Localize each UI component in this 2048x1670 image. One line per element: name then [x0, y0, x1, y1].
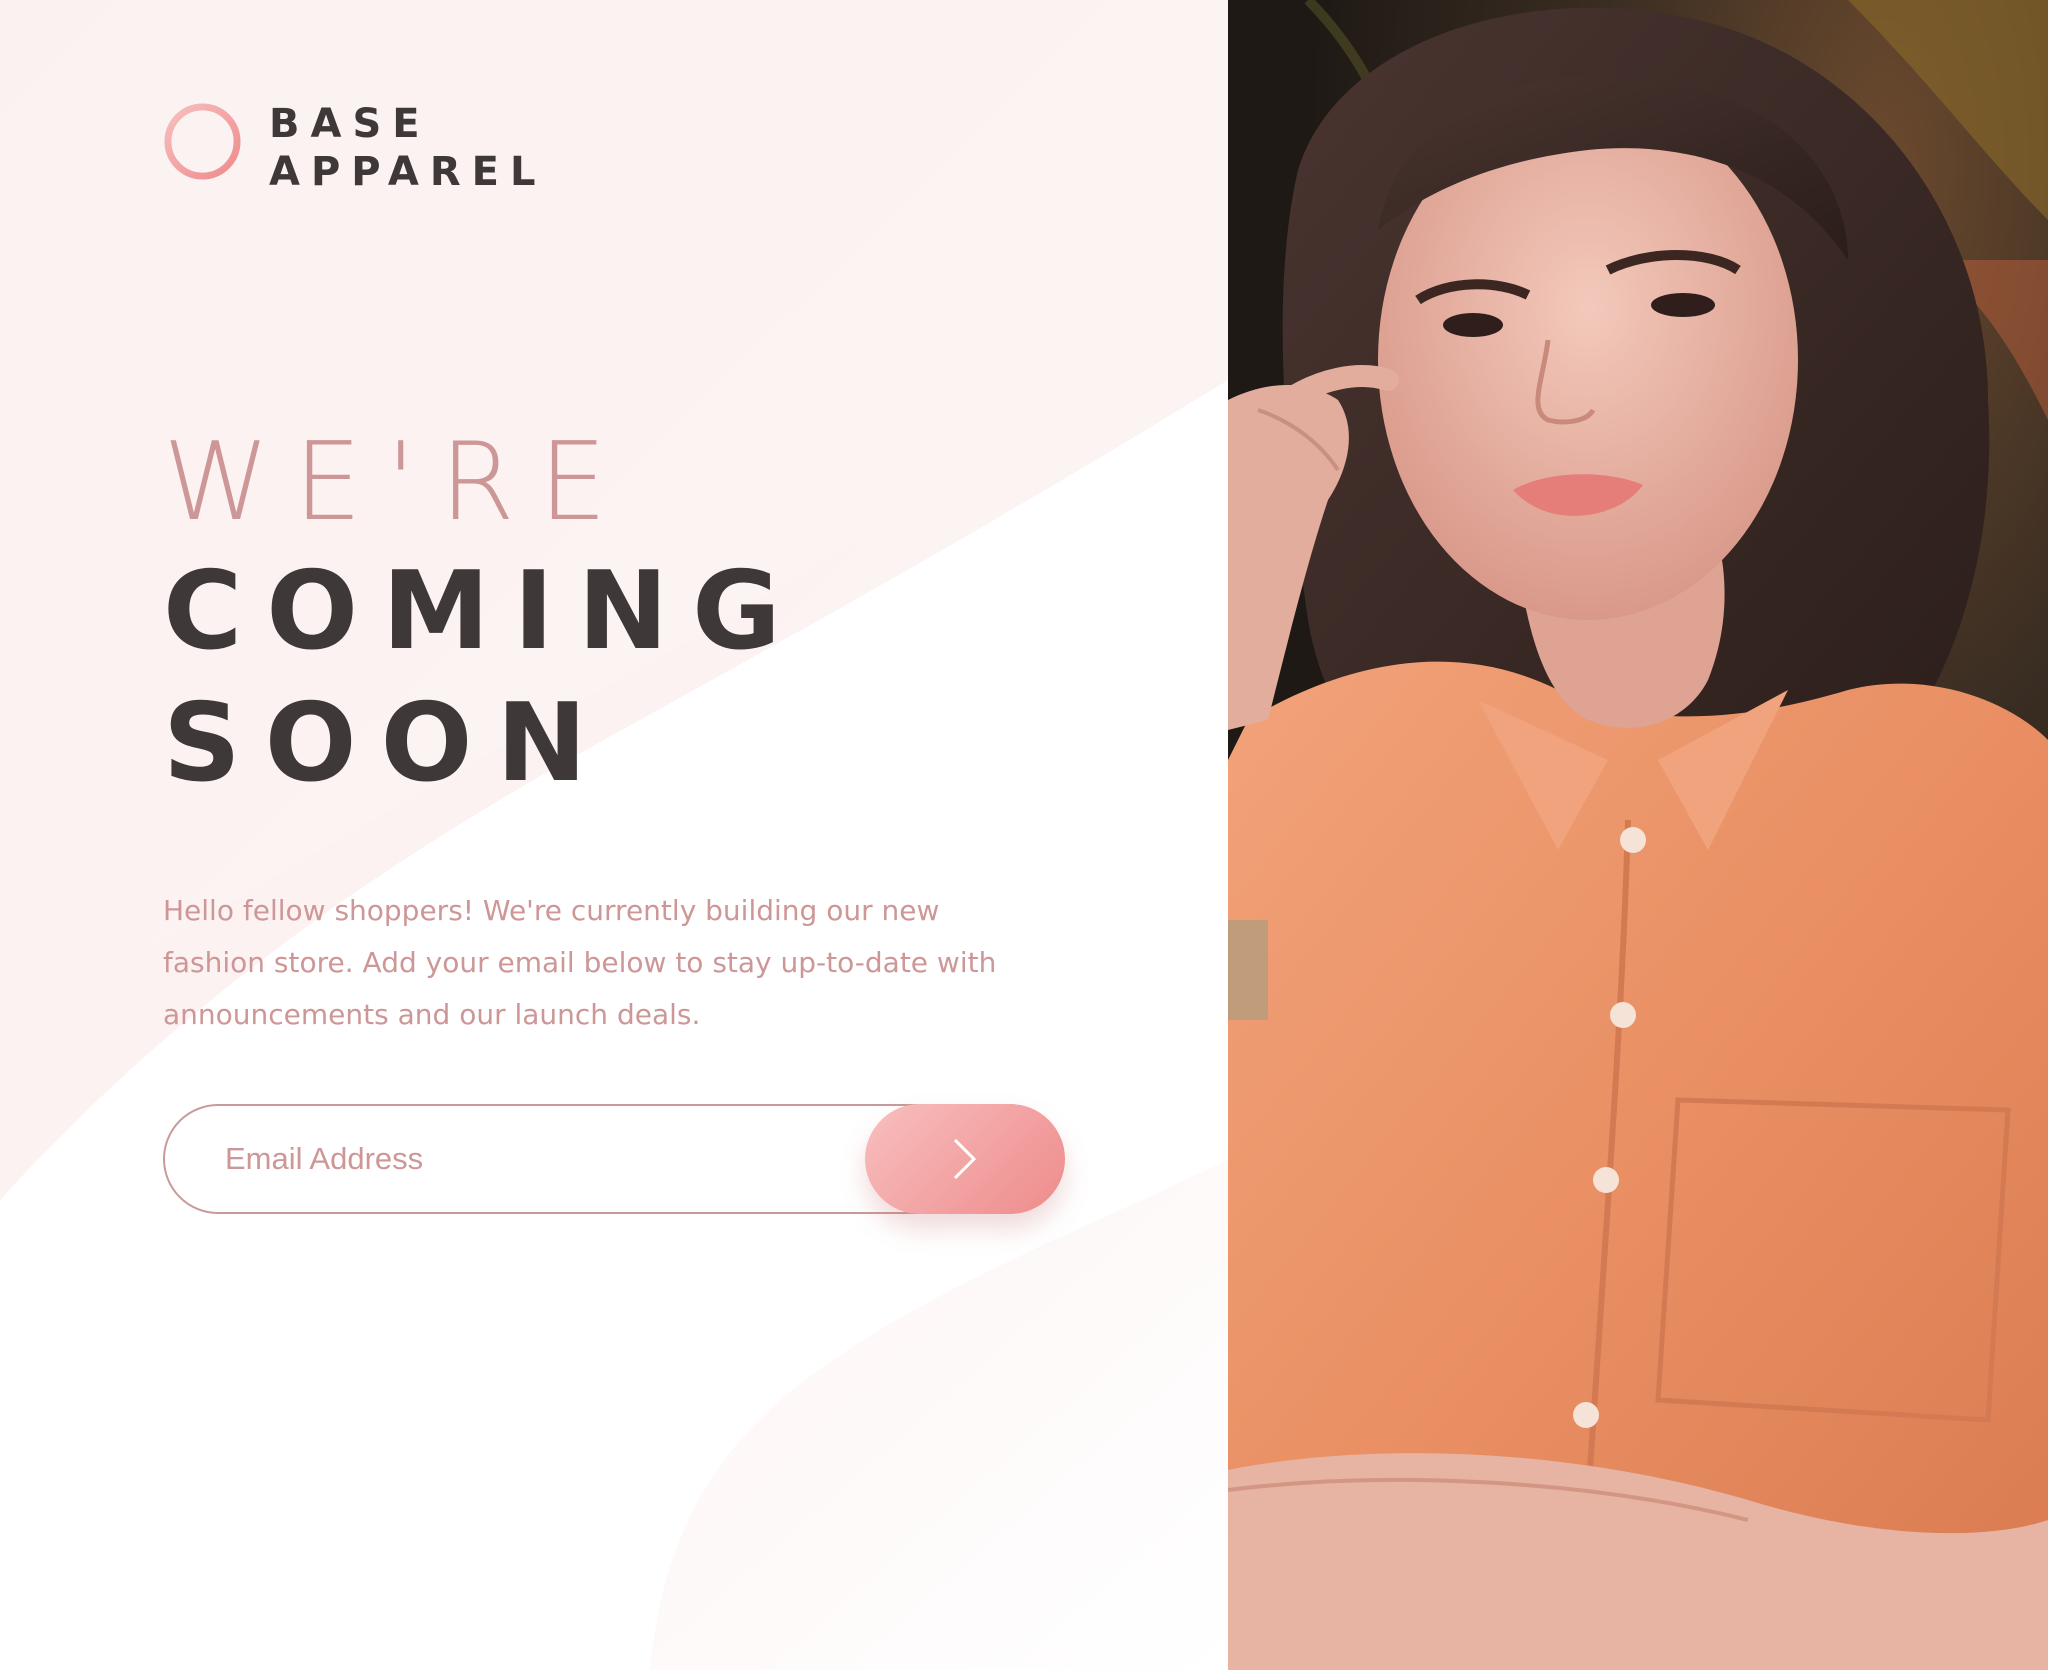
coming-soon-page: BASE APPAREL WE'RE COMING SOON Hello fel…: [0, 0, 2048, 1670]
page-title: WE'RE COMING SOON: [163, 420, 1063, 810]
woman-in-peach-shirt-photo: [1228, 0, 2048, 1670]
content-panel: BASE APPAREL WE'RE COMING SOON Hello fel…: [0, 0, 1228, 1670]
background-waves: [0, 0, 1228, 1670]
brand-name-line1: BASE: [269, 101, 431, 147]
brand-name-line2: APPAREL: [269, 149, 547, 195]
intro-text: Hello fellow shoppers! We're currently b…: [163, 894, 997, 1031]
submit-button[interactable]: [865, 1104, 1065, 1214]
ring-logo-icon: [164, 103, 241, 180]
brand-logo[interactable]: BASE APPAREL: [163, 100, 583, 195]
email-signup-form: [163, 1104, 1065, 1216]
title-bold-line1: COMING: [163, 549, 805, 674]
title-bold-line2: SOON: [163, 681, 611, 806]
chevron-right-icon: [953, 1138, 977, 1180]
hero-photo: [1228, 0, 2048, 1670]
title-light-line: WE'RE: [163, 420, 631, 545]
brand-name: BASE APPAREL: [269, 100, 547, 196]
